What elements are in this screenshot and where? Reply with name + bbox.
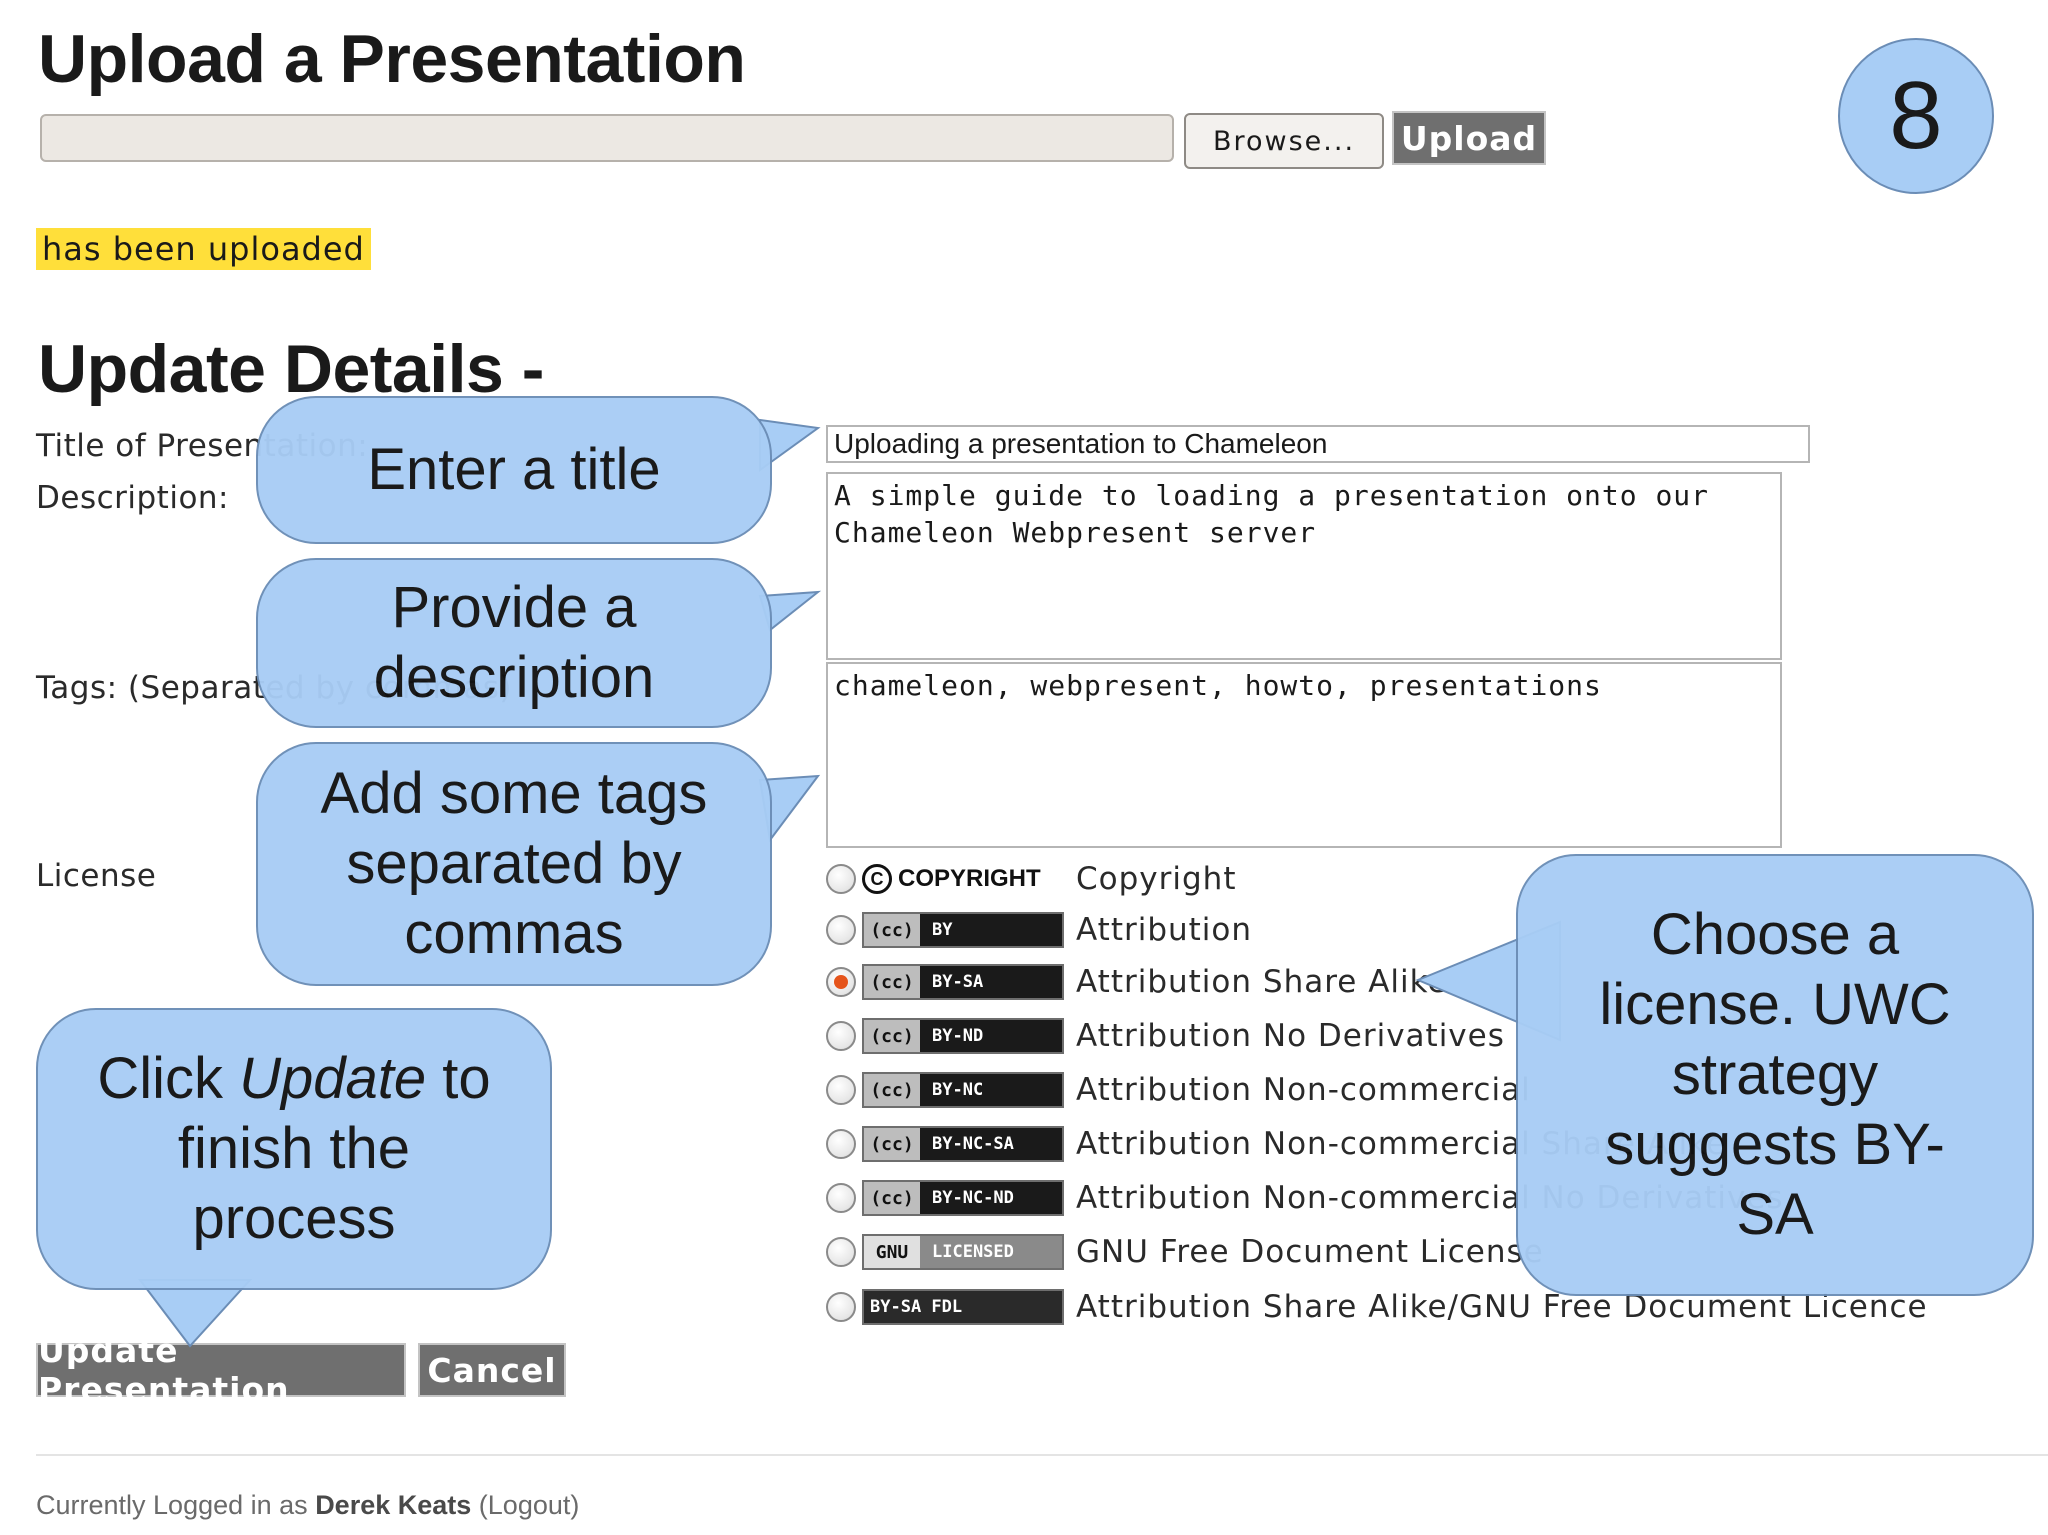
- cc-badge-icon: (cc) BY-NC: [862, 1072, 1064, 1108]
- callout-text: Add some tags separated by commas: [320, 761, 708, 966]
- license-option-by-nd[interactable]: (cc) BY-ND Attribution No Derivatives: [826, 1012, 1505, 1060]
- license-option-copyright[interactable]: C COPYRIGHT Copyright: [826, 855, 1236, 903]
- callout-provide-description: Provide a description: [256, 558, 772, 728]
- logout-link[interactable]: (Logout): [479, 1490, 580, 1520]
- license-option-gfdl[interactable]: GNU LICENSED GNU Free Document License: [826, 1228, 1544, 1276]
- license-option-by[interactable]: (cc) BY Attribution: [826, 906, 1252, 954]
- license-option-label: Attribution: [1076, 912, 1253, 948]
- license-radio-selected[interactable]: [826, 967, 856, 997]
- license-radio[interactable]: [826, 915, 856, 945]
- upload-button[interactable]: Upload: [1392, 111, 1546, 165]
- callout-text-emphasis: Update: [239, 1046, 427, 1111]
- license-option-label: GNU Free Document License: [1076, 1234, 1544, 1270]
- login-status: Currently Logged in as Derek Keats (Logo…: [36, 1490, 579, 1521]
- footer-divider: [36, 1454, 2048, 1456]
- license-label: License: [36, 858, 157, 894]
- cc-badge-icon: (cc) BY-NC-ND: [862, 1180, 1064, 1216]
- cc-badge-icon: (cc) BY-SA: [862, 964, 1064, 1000]
- callout-text: Click Update to finish the process: [84, 1044, 504, 1254]
- login-prefix: Currently Logged in as: [36, 1490, 308, 1520]
- slide-number-badge: 8: [1838, 38, 1994, 194]
- license-option-label: Attribution Share Alike: [1076, 964, 1448, 1000]
- callout-enter-title: Enter a title: [256, 396, 772, 544]
- license-radio[interactable]: [826, 1292, 856, 1322]
- license-radio[interactable]: [826, 1183, 856, 1213]
- license-option-label: Copyright: [1076, 861, 1237, 897]
- description-textarea[interactable]: A simple guide to loading a presentation…: [826, 472, 1782, 660]
- license-radio[interactable]: [826, 1021, 856, 1051]
- license-radio[interactable]: [826, 1129, 856, 1159]
- license-option-label: Attribution Non-commercial: [1076, 1072, 1531, 1108]
- copyright-badge-icon: C COPYRIGHT: [862, 861, 1064, 897]
- cc-badge-icon: (cc) BY-ND: [862, 1018, 1064, 1054]
- license-radio[interactable]: [826, 1237, 856, 1267]
- callout-text-part: Click: [97, 1046, 223, 1111]
- callout-text: Choose a license. UWC strategy suggests …: [1599, 902, 1951, 1247]
- by-sa-fdl-badge-icon: BY-SA FDL: [862, 1289, 1064, 1325]
- license-option-by-nc[interactable]: (cc) BY-NC Attribution Non-commercial: [826, 1066, 1531, 1114]
- callout-text: Enter a title: [367, 437, 661, 502]
- callout-add-tags: Add some tags separated by commas: [256, 742, 772, 986]
- gnu-badge-icon: GNU LICENSED: [862, 1234, 1064, 1270]
- tags-textarea[interactable]: chameleon, webpresent, howto, presentati…: [826, 662, 1782, 848]
- callout-choose-license: Choose a license. UWC strategy suggests …: [1516, 854, 2034, 1296]
- callout-click-update: Click Update to finish the process: [36, 1008, 552, 1290]
- upload-heading: Upload a Presentation: [38, 21, 746, 97]
- license-option-by-sa[interactable]: (cc) BY-SA Attribution Share Alike: [826, 958, 1448, 1006]
- browse-button[interactable]: Browse...: [1184, 113, 1384, 169]
- cc-badge-icon: (cc) BY: [862, 912, 1064, 948]
- description-label: Description:: [36, 480, 229, 516]
- cc-badge-icon: (cc) BY-NC-SA: [862, 1126, 1064, 1162]
- cancel-button[interactable]: Cancel: [418, 1343, 566, 1397]
- callout-text: Provide a description: [373, 575, 655, 710]
- user-name: Derek Keats: [315, 1490, 472, 1520]
- upload-status-message: has been uploaded: [36, 228, 371, 270]
- license-radio[interactable]: [826, 1075, 856, 1105]
- license-option-label: Attribution No Derivatives: [1076, 1018, 1505, 1054]
- update-presentation-button[interactable]: Update Presentation: [36, 1331, 406, 1409]
- file-path-input[interactable]: [40, 114, 1174, 162]
- license-radio[interactable]: [826, 864, 856, 894]
- title-input[interactable]: Uploading a presentation to Chameleon: [826, 425, 1810, 463]
